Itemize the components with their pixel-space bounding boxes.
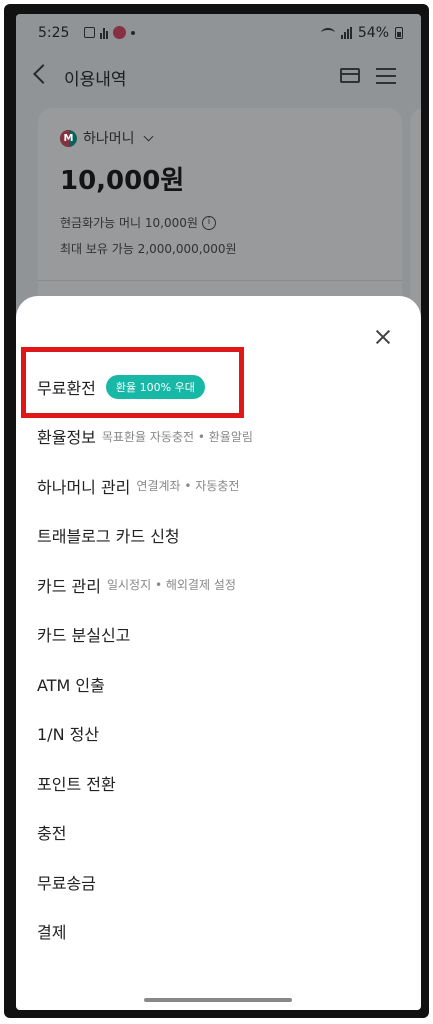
menu-item-title: 1/N 정산 (37, 725, 100, 745)
menu-item-atm[interactable]: ATM 인출 (16, 659, 421, 709)
menu-item-card-manage[interactable]: 카드 관리 일시정지 • 해외결제 설정 (16, 560, 421, 610)
highlight-annotation (21, 347, 244, 418)
menu-item-card-apply[interactable]: 트래블로그 카드 신청 (16, 511, 421, 561)
close-icon[interactable] (374, 328, 392, 346)
menu-item-payment[interactable]: 결제 (16, 907, 421, 957)
menu-item-title: 하나머니 관리 (37, 477, 131, 497)
menu-item-title: 포인트 전환 (37, 774, 116, 794)
menu-list: 무료환전 환율 100% 우대 환율정보 목표환율 자동충전 • 환율알림 하나… (16, 362, 421, 956)
menu-item-subtitle: 목표환율 자동충전 • 환율알림 (101, 429, 253, 444)
menu-item-subtitle: 연결계좌 • 자동충전 (136, 479, 240, 494)
menu-item-title: 트래블로그 카드 신청 (37, 527, 180, 547)
menu-item-title: 환율정보 (37, 428, 96, 448)
menu-item-title: 충전 (37, 824, 67, 844)
menu-item-title: 무료송금 (37, 873, 96, 893)
menu-item-split[interactable]: 1/N 정산 (16, 709, 421, 759)
device-frame: 5:25 54% 이용내역 M 하나머니 10,000원 현금화가능 머니 10… (4, 4, 429, 1018)
menu-item-title: 카드 분실신고 (37, 626, 131, 646)
menu-item-subtitle: 일시정지 • 해외결제 설정 (106, 578, 236, 593)
menu-item-free-transfer[interactable]: 무료송금 (16, 857, 421, 907)
logo-letter: M (63, 132, 74, 144)
menu-item-card-lost[interactable]: 카드 분실신고 (16, 610, 421, 660)
home-indicator[interactable] (144, 998, 292, 1002)
screen: 5:25 54% 이용내역 M 하나머니 10,000원 현금화가능 머니 10… (16, 14, 421, 1010)
menu-item-points[interactable]: 포인트 전환 (16, 758, 421, 808)
menu-item-title: 결제 (37, 923, 67, 943)
menu-item-money-manage[interactable]: 하나머니 관리 연결계좌 • 자동충전 (16, 461, 421, 511)
menu-item-title: 카드 관리 (37, 576, 101, 596)
hana-logo-icon: M (60, 129, 77, 147)
menu-item-exchange-info[interactable]: 환율정보 목표환율 자동충전 • 환율알림 (16, 412, 421, 462)
bottom-sheet: 무료환전 환율 100% 우대 환율정보 목표환율 자동충전 • 환율알림 하나… (16, 296, 421, 1010)
menu-item-title: ATM 인출 (37, 675, 105, 695)
menu-item-charge[interactable]: 충전 (16, 808, 421, 858)
